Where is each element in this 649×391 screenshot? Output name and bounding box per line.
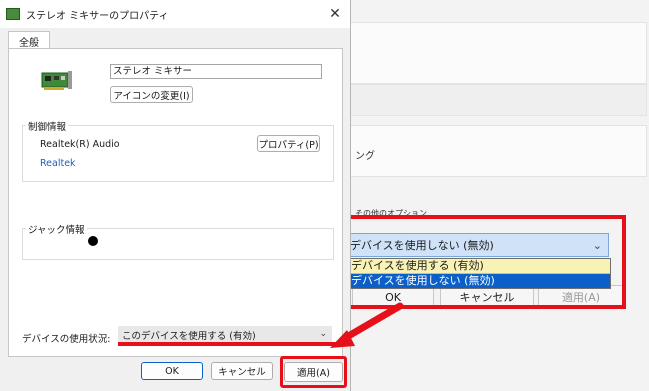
bg-text-ng: ング bbox=[355, 151, 375, 162]
change-icon-button[interactable]: アイコンの変更(I) bbox=[110, 86, 193, 103]
chevron-down-icon: ⌄ bbox=[319, 329, 327, 339]
bg-panel-top bbox=[345, 22, 647, 84]
jack-indicator bbox=[88, 236, 98, 246]
close-icon[interactable]: ✕ bbox=[326, 5, 344, 23]
bg-panel-3 bbox=[345, 125, 647, 177]
control-info-label: 制御情報 bbox=[26, 119, 69, 133]
vendor-link[interactable]: Realtek bbox=[40, 158, 76, 169]
dialog-title: ステレオ ミキサーのプロパティ bbox=[26, 10, 169, 22]
jack-info-label: ジャック情報 bbox=[26, 222, 87, 236]
control-info-group bbox=[22, 125, 334, 182]
properties-dialog: ステレオ ミキサーのプロパティ ✕ 全般 ステレオ ミキサー アイコンの変更(I… bbox=[0, 0, 351, 391]
title-bar: ステレオ ミキサーのプロパティ ✕ bbox=[0, 0, 350, 28]
device-name-field[interactable]: ステレオ ミキサー bbox=[110, 64, 322, 79]
properties-button[interactable]: プロパティ(P) bbox=[257, 135, 320, 152]
apply-highlight-box bbox=[280, 356, 347, 388]
device-icon bbox=[6, 8, 20, 20]
controller-name: Realtek(R) Audio bbox=[40, 139, 120, 150]
usage-label: デバイスの使用状況: bbox=[22, 334, 111, 345]
cancel-button[interactable]: キャンセル bbox=[211, 362, 273, 380]
bg-panel-2 bbox=[345, 84, 647, 116]
sound-card-icon bbox=[41, 71, 72, 90]
ok-button[interactable]: OK bbox=[141, 362, 203, 380]
usage-select-value: このデバイスを使用する (有効) bbox=[122, 330, 256, 342]
highlight-box bbox=[312, 215, 626, 309]
highlight-underline bbox=[118, 342, 338, 346]
